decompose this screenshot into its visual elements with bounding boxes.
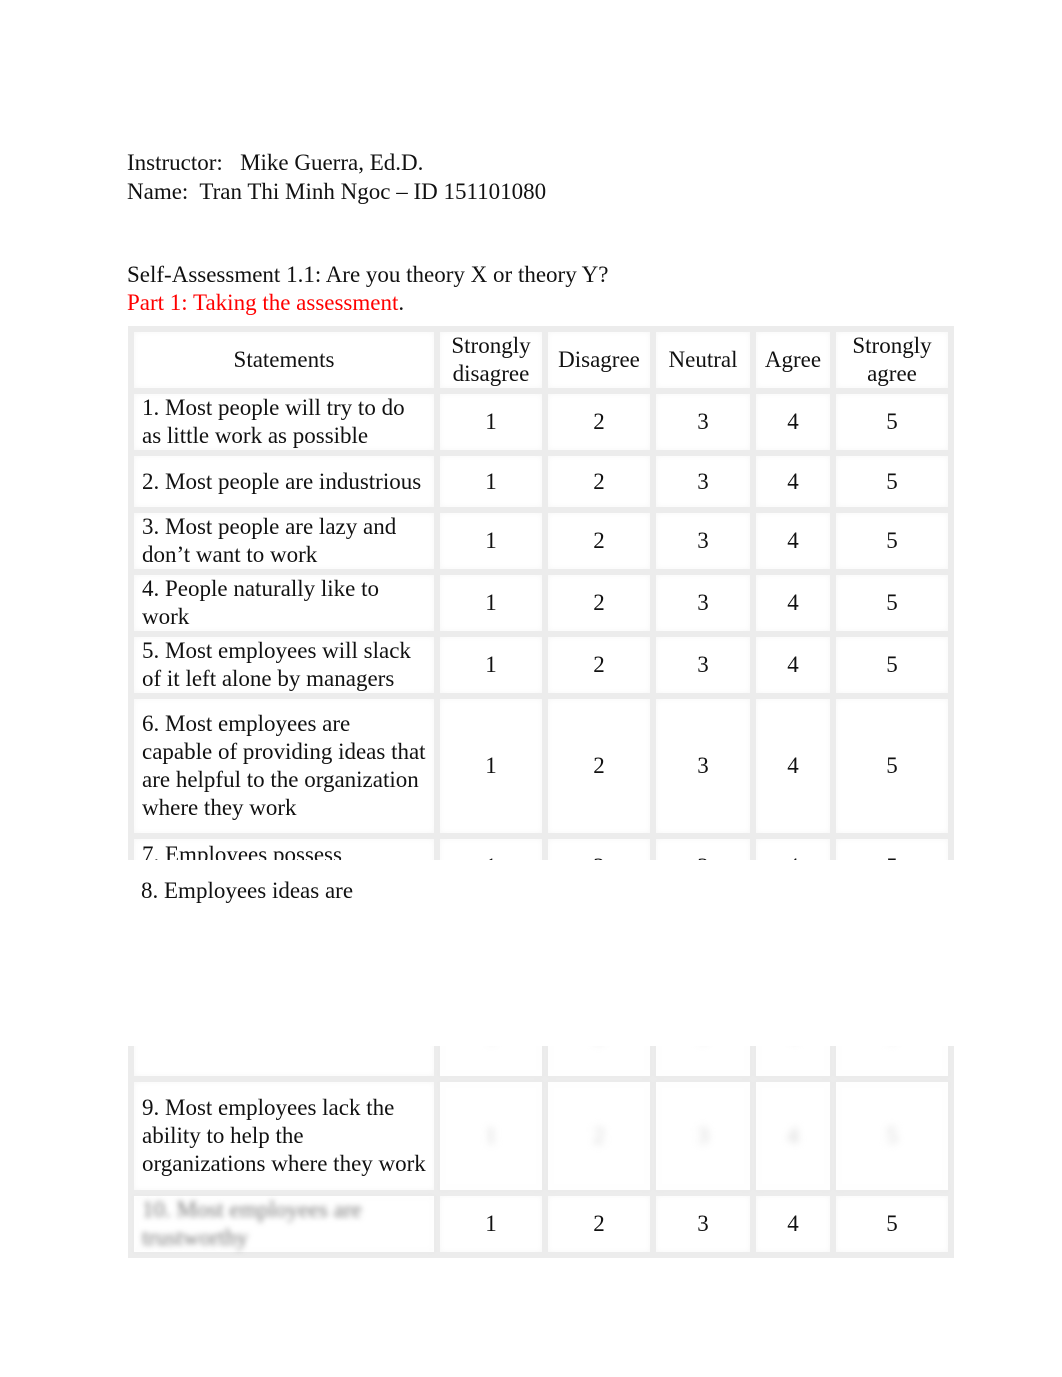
header-statements: Statements: [128, 326, 440, 394]
table-row: 1. Most people will try to do as little …: [128, 388, 954, 456]
table-row: 1 2 3 4 5: [128, 1046, 954, 1082]
student-name: Tran Thi Minh Ngoc – ID 151101080: [199, 179, 547, 204]
table-row: 5. Most employees will slack of it left …: [128, 631, 954, 699]
scale-option[interactable]: 5: [830, 450, 954, 513]
instructor-name: Mike Guerra, Ed.D.: [240, 150, 424, 175]
scale-option[interactable]: 5: [830, 1190, 954, 1258]
scale-option[interactable]: 1: [434, 1046, 548, 1082]
scale-option[interactable]: 4: [750, 631, 836, 699]
statement-cell: 2. Most people are industrious: [128, 450, 440, 513]
scale-option[interactable]: 5: [830, 569, 954, 637]
scale-option[interactable]: 1: [434, 1076, 548, 1196]
row8-statement: 8. Employees ideas are: [141, 878, 354, 903]
scale-option[interactable]: 4: [750, 833, 836, 860]
header-neutral: Neutral: [650, 326, 756, 394]
part-period: .: [398, 290, 405, 315]
scale-option[interactable]: 2: [542, 569, 656, 637]
scale-option[interactable]: 4: [750, 388, 836, 456]
part-heading: Part 1: Taking the assessment.: [127, 289, 404, 317]
scale-option[interactable]: 3: [650, 388, 756, 456]
scale-option[interactable]: 2: [542, 1190, 656, 1258]
scale-option[interactable]: 3: [650, 450, 756, 513]
assessment-table: Statements Strongly disagree Disagree Ne…: [128, 326, 954, 860]
header-strongly-agree: Strongly agree: [830, 326, 954, 394]
statement-cell: 10. Most employees are trustworthy: [128, 1190, 440, 1258]
scale-option[interactable]: 3: [650, 1046, 756, 1082]
table-row: 6. Most employees are capable of providi…: [128, 693, 954, 839]
table-row: 7. Employees possess imagination and cre…: [128, 833, 954, 860]
statement-cell: 4. People naturally like to work: [128, 569, 440, 637]
scale-option[interactable]: 5: [830, 388, 954, 456]
scale-option[interactable]: 3: [650, 507, 756, 575]
scale-option[interactable]: 2: [542, 450, 656, 513]
scale-option[interactable]: 4: [750, 693, 836, 839]
scale-option[interactable]: 1: [434, 1190, 548, 1258]
scale-option[interactable]: 1: [434, 507, 548, 575]
scale-option[interactable]: 2: [542, 1076, 656, 1196]
scale-option[interactable]: 3: [650, 1190, 756, 1258]
scale-option[interactable]: 1: [434, 833, 548, 860]
table-row: 2. Most people are industrious 1 2 3 4 5: [128, 450, 954, 513]
scale-option[interactable]: 4: [750, 507, 836, 575]
table-row: 4. People naturally like to work 1 2 3 4…: [128, 569, 954, 637]
instructor-label: Instructor:: [127, 150, 223, 175]
scale-option[interactable]: 5: [830, 1046, 954, 1082]
table-row: 3. Most people are lazy and don’t want t…: [128, 507, 954, 575]
scale-option[interactable]: 1: [434, 569, 548, 637]
assessment-table-continued: 1 2 3 4 5 9. Most employees lack the abi…: [128, 1046, 954, 1258]
statement-cell: 1. Most people will try to do as little …: [128, 388, 440, 456]
statement-cell: 9. Most employees lack the ability to he…: [128, 1076, 440, 1196]
scale-option[interactable]: 3: [650, 631, 756, 699]
scale-option[interactable]: 5: [830, 833, 954, 860]
scale-option[interactable]: 3: [650, 569, 756, 637]
scale-option[interactable]: 4: [750, 569, 836, 637]
header-agree: Agree: [750, 326, 836, 394]
statement-cell: 3. Most people are lazy and don’t want t…: [128, 507, 440, 575]
statement-cell: 7. Employees possess imagination and cre…: [128, 833, 440, 860]
assessment-table-top: Statements Strongly disagree Disagree Ne…: [120, 320, 960, 860]
scale-option[interactable]: 1: [434, 693, 548, 839]
scale-option[interactable]: 2: [542, 388, 656, 456]
assessment-table-bottom: 1 2 3 4 5 9. Most employees lack the abi…: [120, 1046, 960, 1260]
scale-option[interactable]: 1: [434, 388, 548, 456]
scale-option[interactable]: 4: [750, 1076, 836, 1196]
scale-option[interactable]: 4: [750, 1046, 836, 1082]
header-disagree: Disagree: [542, 326, 656, 394]
scale-option[interactable]: 3: [650, 1076, 756, 1196]
name-line: Name: Tran Thi Minh Ngoc – ID 151101080: [127, 178, 546, 206]
table-row: 10. Most employees are trustworthy 1 2 3…: [128, 1190, 954, 1258]
scale-option[interactable]: 2: [542, 693, 656, 839]
scale-option[interactable]: 2: [542, 507, 656, 575]
name-label: Name:: [127, 179, 189, 204]
header-strongly-disagree: Strongly disagree: [434, 326, 548, 394]
instructor-line: Instructor: Mike Guerra, Ed.D.: [127, 149, 423, 177]
scale-option[interactable]: 2: [542, 1046, 656, 1082]
scale-option[interactable]: 5: [830, 631, 954, 699]
statement-cell: 6. Most employees are capable of providi…: [128, 693, 440, 839]
scale-option[interactable]: 4: [750, 1190, 836, 1258]
statement-cell-hidden: [128, 1046, 440, 1082]
table-row: 9. Most employees lack the ability to he…: [128, 1076, 954, 1196]
scale-option[interactable]: 4: [750, 450, 836, 513]
scale-option[interactable]: 2: [542, 631, 656, 699]
scale-option[interactable]: 5: [830, 693, 954, 839]
scale-option[interactable]: 5: [830, 507, 954, 575]
part-label: Part 1: Taking the assessment: [127, 290, 399, 315]
statement-cell: 5. Most employees will slack of it left …: [128, 631, 440, 699]
scale-option[interactable]: 1: [434, 631, 548, 699]
assessment-title: Self-Assessment 1.1: Are you theory X or…: [127, 262, 609, 287]
table-header-row: Statements Strongly disagree Disagree Ne…: [128, 326, 954, 394]
scale-option[interactable]: 3: [650, 833, 756, 860]
scale-option[interactable]: 5: [830, 1076, 954, 1196]
scale-option[interactable]: 2: [542, 833, 656, 860]
scale-option[interactable]: 1: [434, 450, 548, 513]
scale-option[interactable]: 3: [650, 693, 756, 839]
